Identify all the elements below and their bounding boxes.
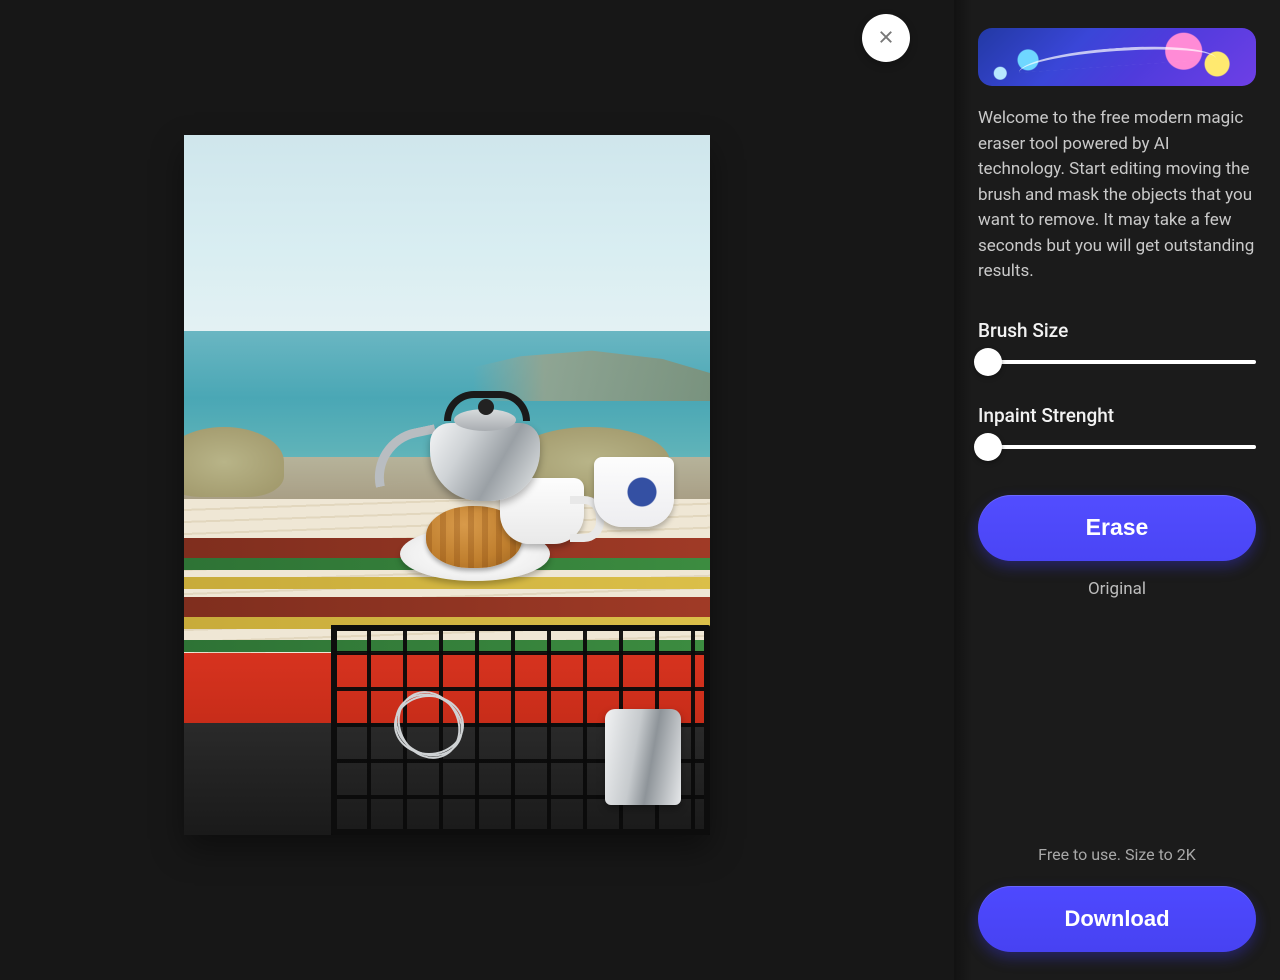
inpaint-strength-control: Inpaint Strenght bbox=[978, 404, 1256, 489]
promo-banner bbox=[978, 28, 1256, 86]
sidebar: Welcome to the free modern magic eraser … bbox=[954, 0, 1280, 980]
close-button[interactable] bbox=[862, 14, 910, 62]
brush-size-label: Brush Size bbox=[978, 319, 1256, 342]
original-link[interactable]: Original bbox=[978, 579, 1256, 599]
canvas-area bbox=[0, 0, 954, 980]
download-button[interactable]: Download bbox=[978, 886, 1256, 952]
footnote-text: Free to use. Size to 2K bbox=[978, 845, 1256, 864]
intro-text: Welcome to the free modern magic eraser … bbox=[978, 106, 1256, 285]
brush-size-slider[interactable] bbox=[978, 360, 1256, 364]
inpaint-strength-thumb[interactable] bbox=[974, 433, 1002, 461]
inpaint-strength-label: Inpaint Strenght bbox=[978, 404, 1256, 427]
brush-size-thumb[interactable] bbox=[974, 348, 1002, 376]
brush-size-control: Brush Size bbox=[978, 319, 1256, 404]
erase-button[interactable]: Erase bbox=[978, 495, 1256, 561]
close-icon bbox=[877, 28, 895, 49]
inpaint-strength-slider[interactable] bbox=[978, 445, 1256, 449]
image-preview[interactable] bbox=[184, 135, 710, 835]
